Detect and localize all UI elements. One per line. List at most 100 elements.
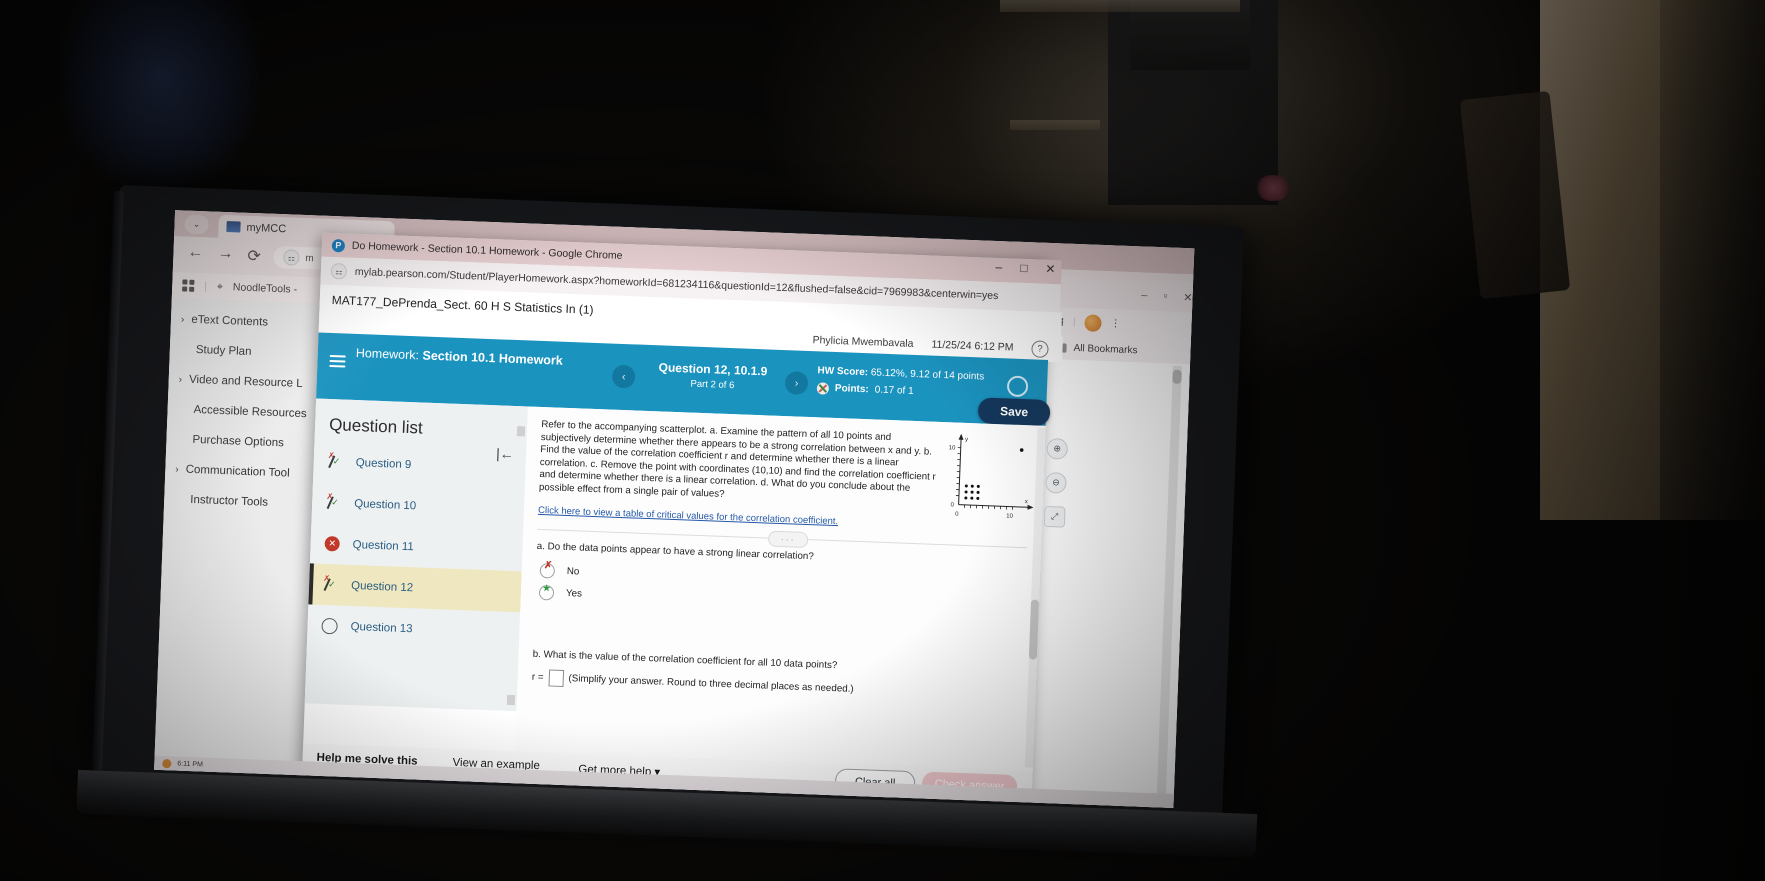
maximize-icon[interactable]: ▫ bbox=[1163, 290, 1167, 302]
collapse-panel-icon[interactable]: |← bbox=[496, 445, 514, 462]
r-answer-row: r = (Simplify your answer. Round to thre… bbox=[532, 669, 854, 698]
chevron-right-icon: › bbox=[175, 463, 179, 475]
question-list-item-label: Question 9 bbox=[355, 456, 412, 471]
homework-label: Homework: bbox=[355, 345, 420, 363]
critical-values-table-link[interactable]: Click here to view a table of critical v… bbox=[538, 505, 838, 527]
more-menu-icon[interactable]: ⋮ bbox=[1110, 318, 1120, 329]
pearson-window: P Do Homework - Section 10.1 Homework - … bbox=[301, 232, 1069, 803]
chevron-right-icon: › bbox=[180, 313, 185, 326]
sidebar-item-label: eText Contents bbox=[191, 313, 269, 329]
scatterplot: y x 10 0 10 0 bbox=[944, 430, 1043, 526]
taskbar-weather-icon[interactable] bbox=[162, 758, 172, 768]
tab-mymcc-label: myMCC bbox=[246, 221, 287, 235]
window-controls: – □ ✕ bbox=[995, 260, 1055, 276]
question-list-item-label: Question 11 bbox=[352, 538, 415, 553]
door-shadow bbox=[1660, 0, 1765, 881]
option-yes[interactable]: Yes bbox=[538, 585, 583, 602]
close-icon[interactable]: ✕ bbox=[1183, 290, 1193, 303]
radio-incorrect-icon[interactable] bbox=[539, 563, 556, 579]
bookmarks-divider: | bbox=[204, 280, 208, 293]
apps-grid-icon[interactable] bbox=[182, 279, 195, 292]
minimize-icon[interactable]: – bbox=[1141, 289, 1148, 301]
taskbar-time: 6:11 PM bbox=[177, 760, 204, 769]
screenshot-root: ⌄ myMCC ← → ⟳ ⚏ m | ⌖ NoodleTools - › eT… bbox=[0, 0, 1765, 881]
scatterplot-svg: y x 10 0 10 0 bbox=[949, 433, 1034, 520]
plot-toolbar: ⊕ ⊖ ⤢ bbox=[1043, 437, 1069, 528]
help-icon[interactable]: ? bbox=[1031, 339, 1049, 358]
lamp-glow bbox=[1255, 175, 1291, 201]
tab-search-chevron-icon[interactable]: ⌄ bbox=[184, 214, 209, 235]
expand-problem-button[interactable]: ··· bbox=[767, 530, 809, 549]
radio-correct-icon[interactable] bbox=[538, 585, 555, 601]
all-bookmarks-label[interactable]: All Bookmarks bbox=[1073, 342, 1137, 355]
sidebar-item-label: Instructor Tools bbox=[190, 493, 269, 509]
next-question-button[interactable]: › bbox=[784, 371, 809, 395]
score-block: HW Score: 65.12%, 9.12 of 14 points Poin… bbox=[816, 364, 998, 401]
expand-icon[interactable]: ⤢ bbox=[1043, 505, 1066, 528]
previous-question-button[interactable]: ‹ bbox=[611, 364, 636, 389]
maximize-icon[interactable]: □ bbox=[1020, 261, 1028, 275]
reload-icon[interactable]: ⟳ bbox=[247, 246, 261, 266]
site-settings-icon[interactable]: ⚏ bbox=[330, 262, 348, 280]
menu-hamburger-icon[interactable] bbox=[329, 354, 346, 368]
option-label: Yes bbox=[565, 588, 583, 600]
zoom-out-icon[interactable]: ⊖ bbox=[1045, 471, 1067, 494]
partial-credit-icon bbox=[326, 495, 342, 511]
homework-name: Section 10.1 Homework bbox=[422, 348, 564, 368]
gear-icon[interactable] bbox=[1006, 375, 1029, 398]
screen-content: ⌄ myMCC ← → ⟳ ⚏ m | ⌖ NoodleTools - › eT… bbox=[154, 210, 1195, 808]
homework-title: Homework: Section 10.1 Homework bbox=[356, 346, 566, 369]
question-indicator: Question 12, 10.1.9 Part 2 of 6 bbox=[645, 360, 781, 393]
toolbar-divider: | bbox=[1072, 316, 1076, 328]
question-list-item-label: Question 10 bbox=[353, 497, 417, 512]
zoom-in-icon[interactable]: ⊕ bbox=[1046, 437, 1069, 460]
timestamp: 11/25/24 6:12 PM bbox=[931, 338, 1014, 354]
background-omnibox-value: m bbox=[305, 252, 314, 264]
chevron-right-icon: › bbox=[178, 373, 183, 385]
unanswered-icon bbox=[321, 617, 338, 635]
shelf-board bbox=[1000, 0, 1240, 12]
save-button[interactable]: Save bbox=[977, 397, 1051, 427]
question-list-scroll-down[interactable] bbox=[506, 694, 516, 706]
partial-credit-icon bbox=[327, 454, 343, 470]
laptop-screen: ⌄ myMCC ← → ⟳ ⚏ m | ⌖ NoodleTools - › eT… bbox=[154, 210, 1195, 808]
answer-panel: a. Do the data points appear to have a s… bbox=[515, 540, 1041, 770]
minimize-icon[interactable]: – bbox=[995, 260, 1002, 274]
sidebar-item-label: Communication Tool bbox=[185, 463, 290, 480]
bookmark-noodletools[interactable]: NoodleTools - bbox=[233, 281, 298, 295]
svg-text:0: 0 bbox=[955, 512, 959, 518]
question-list-item-13[interactable]: Question 13 bbox=[307, 604, 520, 654]
option-label: No bbox=[566, 566, 580, 578]
forward-icon[interactable]: → bbox=[217, 245, 234, 264]
option-no[interactable]: No bbox=[539, 563, 580, 579]
question-list-panel: Question list Question 9 Question 10 ✕ Q… bbox=[304, 398, 528, 712]
pearson-favicon: P bbox=[331, 238, 346, 252]
r-label: r = bbox=[531, 671, 544, 684]
problem-statement: Refer to the accompanying scatterplot. a… bbox=[538, 418, 936, 500]
noodletools-icon: ⌖ bbox=[216, 280, 224, 293]
avatar[interactable] bbox=[1084, 313, 1102, 332]
points-value: 0.17 of 1 bbox=[874, 384, 914, 397]
sidebar-item-label: Study Plan bbox=[195, 343, 252, 359]
sidebar-item-label: Purchase Options bbox=[192, 433, 285, 450]
background-glow bbox=[60, 0, 260, 190]
question-list-item-label: Question 13 bbox=[350, 620, 413, 636]
question-title: Question 12, 10.1.9 bbox=[658, 360, 768, 379]
question-list-scroll-up[interactable] bbox=[516, 426, 526, 437]
r-hint: (Simplify your answer. Round to three de… bbox=[568, 673, 854, 695]
incorrect-icon: ✕ bbox=[324, 535, 340, 552]
r-input[interactable] bbox=[548, 669, 564, 687]
back-icon[interactable]: ← bbox=[187, 244, 204, 263]
part-b-prompt: b. What is the value of the correlation … bbox=[532, 648, 838, 672]
svg-text:10: 10 bbox=[949, 445, 957, 451]
close-icon[interactable]: ✕ bbox=[1045, 262, 1056, 276]
partial-credit-icon bbox=[323, 577, 339, 593]
svg-text:0: 0 bbox=[950, 502, 954, 508]
student-name: Phylicia Mwembavala bbox=[812, 334, 914, 350]
hw-score-label: HW Score: bbox=[817, 365, 869, 379]
secondary-scrollbar-thumb[interactable] bbox=[1172, 369, 1182, 384]
site-settings-icon[interactable]: ⚏ bbox=[283, 249, 300, 266]
svg-text:x: x bbox=[1025, 499, 1028, 505]
svg-text:y: y bbox=[965, 437, 968, 443]
points-label: Points: bbox=[834, 382, 869, 396]
